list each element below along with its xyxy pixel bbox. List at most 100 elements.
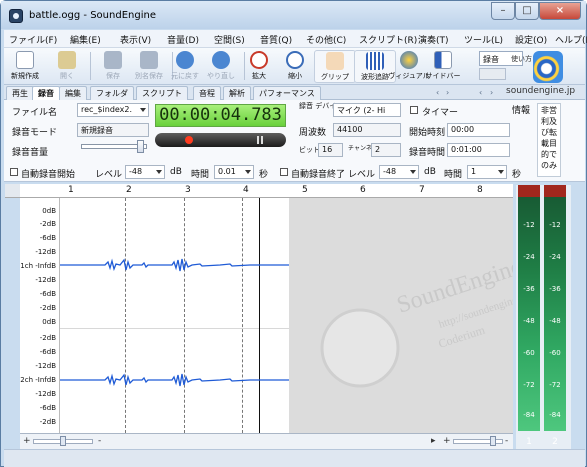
record-button[interactable] xyxy=(185,136,193,144)
menu-tools[interactable]: ツール(L) xyxy=(464,33,503,46)
auto-start-level-field[interactable]: -48 xyxy=(125,165,165,179)
app-logo[interactable] xyxy=(533,51,563,83)
timer-checkbox[interactable] xyxy=(410,106,418,114)
info-label[interactable]: 情報 xyxy=(512,103,530,116)
auto-end-time-field[interactable]: 1 xyxy=(467,165,507,179)
sec-unit-2: 秒 xyxy=(512,170,522,180)
new-button[interactable]: 新規作成 xyxy=(4,50,46,83)
meter-bar-2: -12 -24 -36 -48 -60 -72 -84 xyxy=(544,197,566,431)
meter-channel-2: 2 xyxy=(552,437,558,447)
menu-volume[interactable]: 音量(D) xyxy=(167,33,199,46)
waveform-area[interactable]: SoundEngine http://soundengine.jp Coderi… xyxy=(60,198,513,433)
redo-button[interactable]: やり直し xyxy=(200,50,242,83)
tab-page-right[interactable]: › xyxy=(490,88,493,97)
menu-settings[interactable]: 設定(O) xyxy=(515,33,547,46)
menu-file[interactable]: ファイル(F) xyxy=(9,33,57,46)
ruler-mark: 7 xyxy=(419,185,425,195)
time-ruler[interactable]: 1 2 3 4 5 6 7 8 xyxy=(20,184,513,198)
db-label: -6dB xyxy=(39,290,56,298)
meter-label: -60 xyxy=(523,349,535,357)
ruler-mark: 5 xyxy=(302,185,308,195)
vzoom-plus-button[interactable]: + xyxy=(23,436,31,446)
menu-other[interactable]: その他(C) xyxy=(306,33,346,46)
hzoom-minus-button[interactable]: - xyxy=(505,436,508,446)
auto-end-checkbox[interactable] xyxy=(280,168,288,176)
meter-label: -12 xyxy=(523,221,535,229)
tab-folder[interactable]: フォルダ xyxy=(90,86,134,100)
tab-performance[interactable]: パフォーマンス xyxy=(253,86,321,100)
pause-icon[interactable] xyxy=(257,136,259,144)
mode-field[interactable]: 新規録音 xyxy=(77,123,149,137)
app-icon[interactable] xyxy=(9,9,23,23)
sidebar-button[interactable]: サイドバー xyxy=(422,50,464,83)
auto-start-checkbox[interactable] xyxy=(10,168,18,176)
visual-icon xyxy=(400,51,418,69)
timer-label: タイマー xyxy=(422,108,459,118)
meter-label: -48 xyxy=(549,317,561,325)
record-mode-button[interactable] xyxy=(479,68,506,80)
zoom-out-button[interactable]: 縮小 xyxy=(274,50,316,83)
meter-label: -48 xyxy=(523,317,535,325)
window-title: battle.ogg - SoundEngine xyxy=(29,10,156,21)
filename-field[interactable]: rec_$index2. xyxy=(77,103,149,117)
menu-script[interactable]: スクリプト(R) xyxy=(359,33,417,46)
freq-field[interactable]: 44100 xyxy=(333,123,401,137)
db-unit: dB xyxy=(170,167,182,177)
waveform-icon xyxy=(366,52,384,70)
time-display: 00:00:04.783 xyxy=(155,104,286,127)
auto-start-label: 自動録音開始 xyxy=(21,170,76,180)
rec-time-field[interactable]: 0:01:00 xyxy=(447,143,510,157)
db-label: -12dB xyxy=(35,276,56,284)
tab-page-left[interactable]: ‹ xyxy=(479,88,482,97)
tab-pitch[interactable]: 音程 xyxy=(193,86,221,100)
close-button[interactable]: × xyxy=(539,2,581,20)
open-button[interactable]: 開く xyxy=(46,50,88,83)
tab-edit[interactable]: 編集 xyxy=(59,86,87,100)
record-panel: ファイル名 rec_$index2. 録音モード 新規録音 録音音量 録音 デバ… xyxy=(4,100,585,182)
undo-icon xyxy=(176,51,194,69)
waveform-svg: SoundEngine http://soundengine.jp Coderi… xyxy=(60,254,513,388)
vzoom-minus-button[interactable]: - xyxy=(98,436,101,446)
filename-value: rec_$index2. xyxy=(81,105,133,114)
menu-space[interactable]: 空間(S) xyxy=(214,33,245,46)
hzoom-slider-thumb[interactable] xyxy=(490,436,496,446)
time-label: 時間 xyxy=(191,170,210,180)
waveform-ch2 xyxy=(60,373,289,387)
hzoom-plus-button[interactable]: + xyxy=(443,436,451,446)
pause-icon[interactable] xyxy=(261,136,263,144)
channel-field[interactable]: 2 xyxy=(371,143,401,157)
folder-icon xyxy=(58,51,76,69)
tab-scroll-left[interactable]: ‹ xyxy=(436,88,439,97)
volume-slider-thumb[interactable] xyxy=(137,140,144,153)
vzoom-slider-thumb[interactable] xyxy=(60,436,66,446)
hscroll-left-button[interactable]: ▸ xyxy=(431,436,436,446)
tab-analysis[interactable]: 解析 xyxy=(223,86,251,100)
tab-record[interactable]: 録音 xyxy=(32,86,60,101)
tab-scroll-right[interactable]: › xyxy=(446,88,449,97)
menu-help[interactable]: ヘルプ(H) xyxy=(555,33,587,46)
app-window: battle.ogg - SoundEngine – □ × ファイル(F) 編… xyxy=(0,0,587,467)
auto-end-level-field[interactable]: -48 xyxy=(379,165,419,179)
db-label: 0dB xyxy=(42,207,56,215)
tab-play[interactable]: 再生 xyxy=(6,86,34,100)
device-field[interactable]: マイク (2- Hi xyxy=(333,103,401,117)
bit-label: ビット xyxy=(299,146,320,154)
db-scale: 0dB -2dB -6dB -12dB 1ch -InfdB -12dB -6d… xyxy=(20,198,60,433)
start-time-field[interactable]: 00:00 xyxy=(447,123,510,137)
auto-start-time-field[interactable]: 0.01 xyxy=(214,165,254,179)
menu-view[interactable]: 表示(V) xyxy=(120,33,151,46)
site-link[interactable]: soundengine.jp xyxy=(506,86,575,96)
menu-edit[interactable]: 編集(E) xyxy=(70,33,101,46)
bit-field[interactable]: 16 xyxy=(318,143,343,157)
db-unit-2: dB xyxy=(424,167,436,177)
minimize-button[interactable]: – xyxy=(491,2,515,20)
menu-quality[interactable]: 音質(Q) xyxy=(260,33,292,46)
usage-label[interactable]: 使い方 xyxy=(511,54,532,64)
meter-label: -24 xyxy=(523,253,535,261)
db-label: 0dB xyxy=(42,318,56,326)
tab-script[interactable]: スクリプト xyxy=(136,86,188,100)
menu-play[interactable]: 演奏(T) xyxy=(418,33,449,46)
maximize-button[interactable]: □ xyxy=(515,2,539,20)
ruler-mark: 4 xyxy=(243,185,249,195)
grip-button[interactable]: グリップ xyxy=(314,50,356,83)
